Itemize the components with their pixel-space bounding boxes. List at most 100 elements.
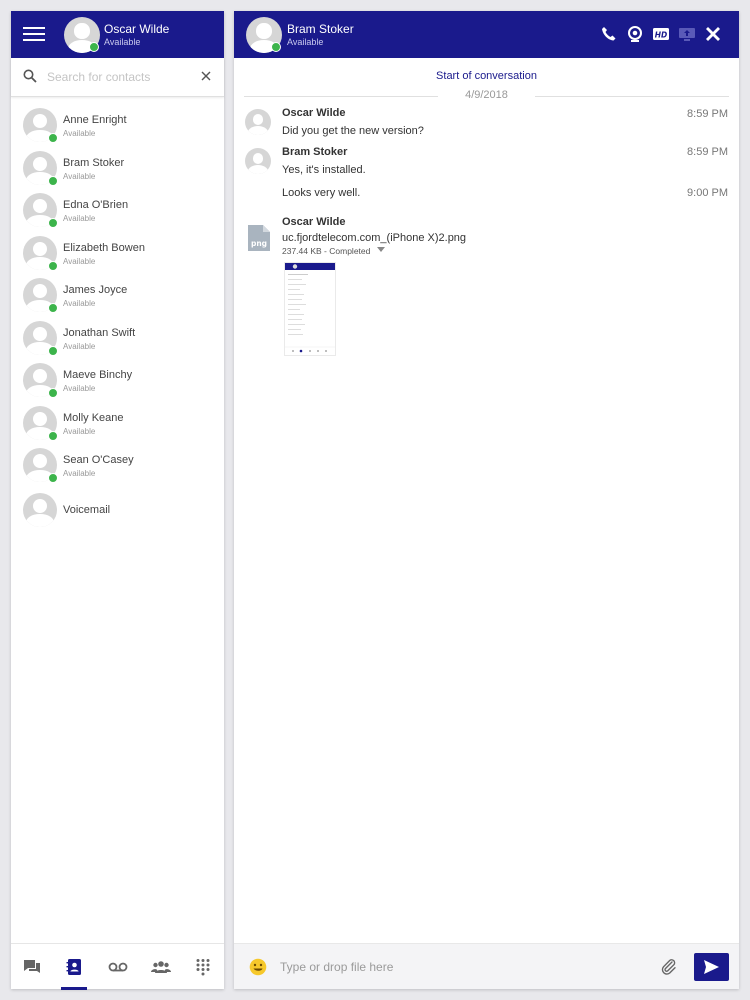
contact-status: Available xyxy=(63,426,96,436)
message-text: Looks very well. xyxy=(282,187,361,199)
user-header: Oscar Wilde Available xyxy=(11,11,224,58)
date-divider: 4/9/2018 xyxy=(244,89,729,103)
thumbnail-preview xyxy=(285,263,335,353)
send-icon xyxy=(704,960,719,974)
webcam-icon[interactable] xyxy=(626,25,644,43)
hd-icon[interactable]: HD xyxy=(652,25,670,43)
phone-icon[interactable] xyxy=(600,25,618,43)
divider xyxy=(535,96,729,97)
list-item[interactable]: Elizabeth Bowen Available xyxy=(11,231,224,274)
search-input[interactable] xyxy=(47,67,187,87)
chat-icon xyxy=(24,960,40,973)
list-item-voicemail[interactable]: Voicemail xyxy=(11,486,224,530)
screen-share-icon[interactable] xyxy=(678,25,696,43)
list-item[interactable]: Edna O'Brien Available xyxy=(11,188,224,231)
contact-name: Edna O'Brien xyxy=(63,199,129,211)
nav-chat[interactable] xyxy=(11,944,53,990)
paperclip-icon[interactable] xyxy=(660,958,678,976)
message-time: 9:00 PM xyxy=(687,187,728,199)
message-composer xyxy=(234,943,739,989)
contact-name: Voicemail xyxy=(63,503,111,516)
message-sender: Oscar Wilde xyxy=(282,107,346,119)
menu-icon[interactable] xyxy=(23,24,45,44)
contact-list: Anne Enright Available Bram Stoker Avail… xyxy=(11,97,224,530)
avatar xyxy=(245,109,271,135)
list-item[interactable]: Maeve Binchy Available xyxy=(11,358,224,401)
contact-name: Sean O'Casey xyxy=(63,454,134,466)
avatar xyxy=(245,148,271,174)
contacts-panel: Oscar Wilde Available Anne Enright Avail… xyxy=(11,11,224,990)
avatar xyxy=(23,492,57,527)
message-text: Yes, it's installed. xyxy=(282,164,366,176)
contact-name: Maeve Binchy xyxy=(63,369,133,381)
file-png-icon[interactable]: png xyxy=(247,224,271,252)
image-thumbnail[interactable] xyxy=(284,262,336,356)
contact-name: Jonathan Swift xyxy=(63,326,136,339)
message-sender: Bram Stoker xyxy=(282,146,348,158)
contact-status: Available xyxy=(63,299,96,308)
list-item[interactable]: Molly Keane Available xyxy=(11,401,224,444)
contact-status: Available xyxy=(63,171,96,181)
status-dot xyxy=(48,345,58,356)
list-item[interactable]: James Joyce Available xyxy=(11,273,224,316)
list-item[interactable]: Anne Enright Available xyxy=(11,103,224,146)
contact-status: Available xyxy=(63,384,96,393)
contact-status: Available xyxy=(63,214,96,223)
message-time: 8:59 PM xyxy=(687,108,728,120)
status-dot xyxy=(48,473,58,483)
date-label: 4/9/2018 xyxy=(465,89,508,101)
nav-voicemail[interactable] xyxy=(96,944,138,990)
search-icon xyxy=(23,69,37,83)
status-dot xyxy=(48,218,58,228)
contact-name: Elizabeth Bowen xyxy=(63,241,145,254)
nav-contacts[interactable] xyxy=(53,944,95,990)
contact-status: Available xyxy=(63,469,96,478)
status-dot xyxy=(48,388,58,398)
close-icon[interactable] xyxy=(704,25,722,43)
close-icon[interactable] xyxy=(200,70,212,82)
contact-name: Anne Enright xyxy=(63,114,127,126)
chat-contact-name: Bram Stoker xyxy=(287,22,354,36)
group-icon xyxy=(151,961,171,973)
nav-dialpad[interactable] xyxy=(182,944,224,990)
send-button[interactable] xyxy=(694,953,729,981)
file-type-label: png xyxy=(251,239,267,248)
emoji-icon[interactable] xyxy=(249,958,267,976)
status-dot xyxy=(48,430,58,441)
nav-groups[interactable] xyxy=(139,944,181,990)
file-size-status: 237.44 KB - Completed xyxy=(282,246,371,256)
message-text: Did you get the new version? xyxy=(282,125,424,137)
user-status: Available xyxy=(104,37,141,47)
contact-name: Bram Stoker xyxy=(63,156,125,169)
search-bar xyxy=(11,58,224,97)
message-time: 8:59 PM xyxy=(687,146,728,158)
status-dot xyxy=(48,175,58,186)
message-input[interactable] xyxy=(280,957,620,977)
contact-status: Available xyxy=(63,256,96,266)
chat-panel: Bram Stoker Available HD Start of conver… xyxy=(234,11,739,989)
bottom-nav xyxy=(11,943,224,990)
list-item[interactable]: Jonathan Swift Available xyxy=(11,316,224,359)
voicemail-icon xyxy=(108,962,128,972)
file-name[interactable]: uc.fjordtelecom.com_(iPhone X)2.png xyxy=(282,232,466,244)
status-dot xyxy=(48,133,58,143)
status-dot xyxy=(89,42,99,52)
message-sender: Oscar Wilde xyxy=(282,216,346,228)
status-dot xyxy=(48,260,58,271)
status-dot xyxy=(271,42,281,52)
contact-status: Available xyxy=(63,129,96,138)
chat-header: Bram Stoker Available HD xyxy=(234,11,739,58)
conversation-start-label[interactable]: Start of conversation xyxy=(234,70,739,82)
svg-text:HD: HD xyxy=(655,31,668,40)
list-item[interactable]: Bram Stoker Available xyxy=(11,146,224,189)
file-meta: 237.44 KB - Completed xyxy=(282,246,385,256)
chat-contact-status: Available xyxy=(287,37,324,47)
contact-status: Available xyxy=(63,341,96,351)
list-item[interactable]: Sean O'Casey Available xyxy=(11,443,224,486)
contacts-book-icon xyxy=(66,959,81,975)
contact-name: James Joyce xyxy=(63,284,128,296)
chevron-down-icon[interactable] xyxy=(376,247,385,253)
status-dot xyxy=(48,303,58,313)
dialpad-icon xyxy=(196,959,210,976)
contact-name: Molly Keane xyxy=(63,411,124,424)
